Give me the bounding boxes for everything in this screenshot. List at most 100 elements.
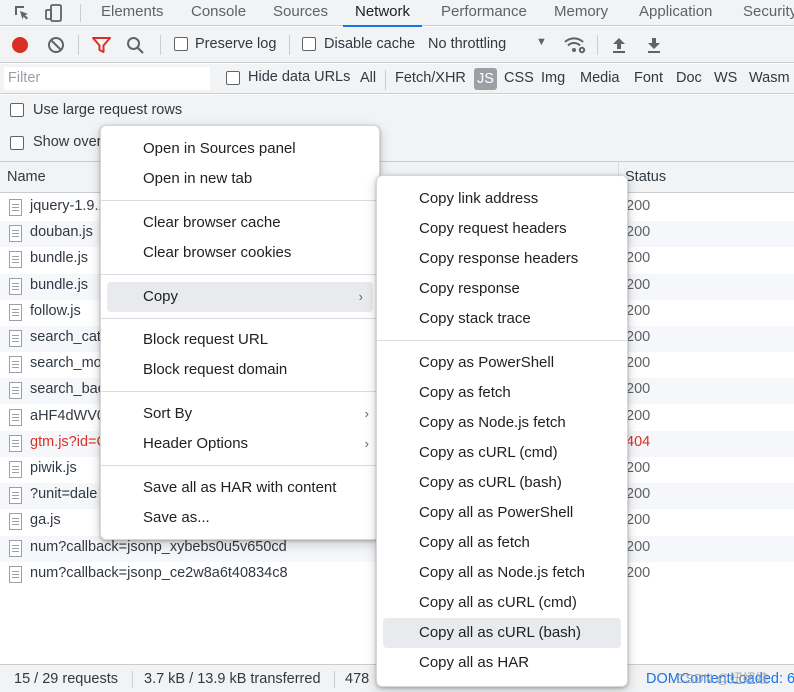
menu-item-header-options[interactable]: Header Options ›	[101, 429, 379, 459]
column-header-name[interactable]: Name	[7, 169, 46, 185]
tab-console[interactable]: Console	[191, 0, 246, 26]
upload-icon[interactable]	[611, 36, 627, 58]
submenu-item-copy-all-as-curl-cmd[interactable]: Copy all as cURL (cmd)	[377, 588, 627, 618]
search-icon[interactable]	[126, 36, 145, 59]
menu-item-label: Copy all as Node.js fetch	[419, 564, 585, 581]
request-status: 200	[626, 512, 651, 529]
filter-type-doc[interactable]: Doc	[676, 70, 702, 86]
toolbar-divider	[289, 35, 290, 55]
column-header-status[interactable]: Status	[625, 169, 666, 185]
menu-item-label: Copy response headers	[419, 250, 579, 267]
menu-item-save-as[interactable]: Save as...	[101, 503, 379, 533]
menu-item-open-in-sources[interactable]: Open in Sources panel	[101, 134, 379, 164]
file-icon	[9, 251, 22, 269]
menu-item-sort-by[interactable]: Sort By ›	[101, 399, 379, 429]
clear-icon[interactable]	[47, 36, 65, 58]
submenu-item-copy-request-headers[interactable]: Copy request headers	[377, 214, 627, 244]
large-rows-label: Use large request rows	[33, 102, 183, 118]
file-icon	[9, 356, 22, 374]
tab-security[interactable]: Security	[743, 0, 794, 26]
filter-type-img[interactable]: Img	[541, 70, 565, 86]
preserve-log-checkbox[interactable]	[174, 37, 188, 51]
submenu-item-copy-all-as-curl-bash[interactable]: Copy all as cURL (bash)	[383, 618, 621, 648]
menu-item-open-in-new-tab[interactable]: Open in new tab	[101, 164, 379, 194]
menu-divider	[101, 391, 379, 392]
large-rows-checkbox[interactable]	[10, 103, 24, 117]
submenu-item-copy-response[interactable]: Copy response	[377, 274, 627, 304]
submenu-item-copy-as-powershell[interactable]: Copy as PowerShell	[377, 348, 627, 378]
chevron-down-icon[interactable]: ▼	[536, 36, 547, 48]
toolbar-divider	[78, 35, 79, 55]
tab-memory[interactable]: Memory	[554, 0, 608, 26]
submenu-item-copy-all-as-har[interactable]: Copy all as HAR	[377, 648, 627, 678]
inspect-element-icon[interactable]	[12, 3, 32, 23]
file-icon	[9, 408, 22, 426]
menu-item-label: Save as...	[143, 509, 210, 526]
device-toolbar-icon[interactable]	[44, 3, 64, 23]
file-icon	[9, 565, 22, 583]
menu-divider	[101, 274, 379, 275]
tab-application[interactable]: Application	[639, 0, 712, 26]
menu-item-label: Save all as HAR with content	[143, 479, 337, 496]
tab-network[interactable]: Network	[342, 0, 423, 27]
request-status: 200	[626, 250, 651, 267]
status-divider	[132, 671, 133, 688]
menu-divider	[101, 465, 379, 466]
request-status: 200	[626, 302, 651, 319]
filter-type-css[interactable]: CSS	[504, 70, 534, 86]
filter-type-media[interactable]: Media	[580, 70, 620, 86]
chevron-right-icon: ›	[364, 436, 369, 451]
submenu-item-copy-all-as-fetch[interactable]: Copy all as fetch	[377, 528, 627, 558]
filter-type-ws[interactable]: WS	[714, 70, 737, 86]
submenu-item-copy-as-fetch[interactable]: Copy as fetch	[377, 378, 627, 408]
show-overview-checkbox[interactable]	[10, 136, 24, 150]
file-icon	[9, 487, 22, 505]
menu-item-save-har[interactable]: Save all as HAR with content	[101, 473, 379, 503]
menu-item-label: Open in Sources panel	[143, 140, 296, 157]
menu-item-label: Copy response	[419, 280, 520, 297]
submenu-item-copy-as-curl-cmd[interactable]: Copy as cURL (cmd)	[377, 438, 627, 468]
status-divider	[334, 671, 335, 688]
menu-item-block-url[interactable]: Block request URL	[101, 325, 379, 355]
transferred-size: 3.7 kB / 13.9 kB transferred	[144, 671, 321, 687]
menu-item-clear-cookies[interactable]: Clear browser cookies	[101, 238, 379, 268]
filter-type-js[interactable]: JS	[474, 68, 497, 90]
file-icon	[9, 513, 22, 531]
request-status: 200	[626, 381, 651, 398]
filter-type-font[interactable]: Font	[634, 70, 663, 86]
network-conditions-icon[interactable]	[563, 35, 587, 59]
request-status: 200	[626, 276, 651, 293]
tab-performance[interactable]: Performance	[441, 0, 527, 26]
filter-type-wasm[interactable]: Wasm	[749, 70, 790, 86]
filter-type-all[interactable]: All	[360, 70, 376, 86]
throttling-select[interactable]: No throttling	[428, 36, 506, 52]
disable-cache-checkbox[interactable]	[302, 37, 316, 51]
record-icon[interactable]	[12, 37, 28, 53]
request-status: 404	[626, 433, 651, 450]
menu-item-block-domain[interactable]: Block request domain	[101, 355, 379, 385]
menu-item-clear-cache[interactable]: Clear browser cache	[101, 208, 379, 238]
submenu-item-copy-as-curl-bash[interactable]: Copy as cURL (bash)	[377, 468, 627, 498]
menu-item-label: Clear browser cache	[143, 214, 281, 231]
tab-elements[interactable]: Elements	[101, 0, 164, 26]
submenu-item-copy-link-address[interactable]: Copy link address	[377, 184, 627, 214]
submenu-item-copy-response-headers[interactable]: Copy response headers	[377, 244, 627, 274]
filter-icon[interactable]	[92, 36, 111, 58]
filter-type-fetch-xhr[interactable]: Fetch/XHR	[395, 70, 466, 86]
menu-item-copy[interactable]: Copy ›	[107, 282, 373, 312]
network-toolbar: Preserve log Disable cache No throttling…	[0, 27, 794, 63]
submenu-item-copy-as-nodejs-fetch[interactable]: Copy as Node.js fetch	[377, 408, 627, 438]
submenu-item-copy-all-as-powershell[interactable]: Copy all as PowerShell	[377, 498, 627, 528]
submenu-item-copy-all-as-nodejs-fetch[interactable]: Copy all as Node.js fetch	[377, 558, 627, 588]
submenu-item-copy-stack-trace[interactable]: Copy stack trace	[377, 304, 627, 334]
toolbar-divider	[160, 35, 161, 55]
toolbar-divider	[385, 70, 386, 90]
tab-sources[interactable]: Sources	[273, 0, 328, 26]
context-menu: Open in Sources panel Open in new tab Cl…	[100, 125, 380, 540]
hide-data-urls-checkbox[interactable]	[226, 71, 240, 85]
request-status: 200	[626, 329, 651, 345]
menu-item-label: Copy all as fetch	[419, 534, 530, 551]
download-icon[interactable]	[646, 36, 662, 58]
filter-input[interactable]: Filter	[4, 67, 210, 90]
menu-divider	[101, 200, 379, 201]
